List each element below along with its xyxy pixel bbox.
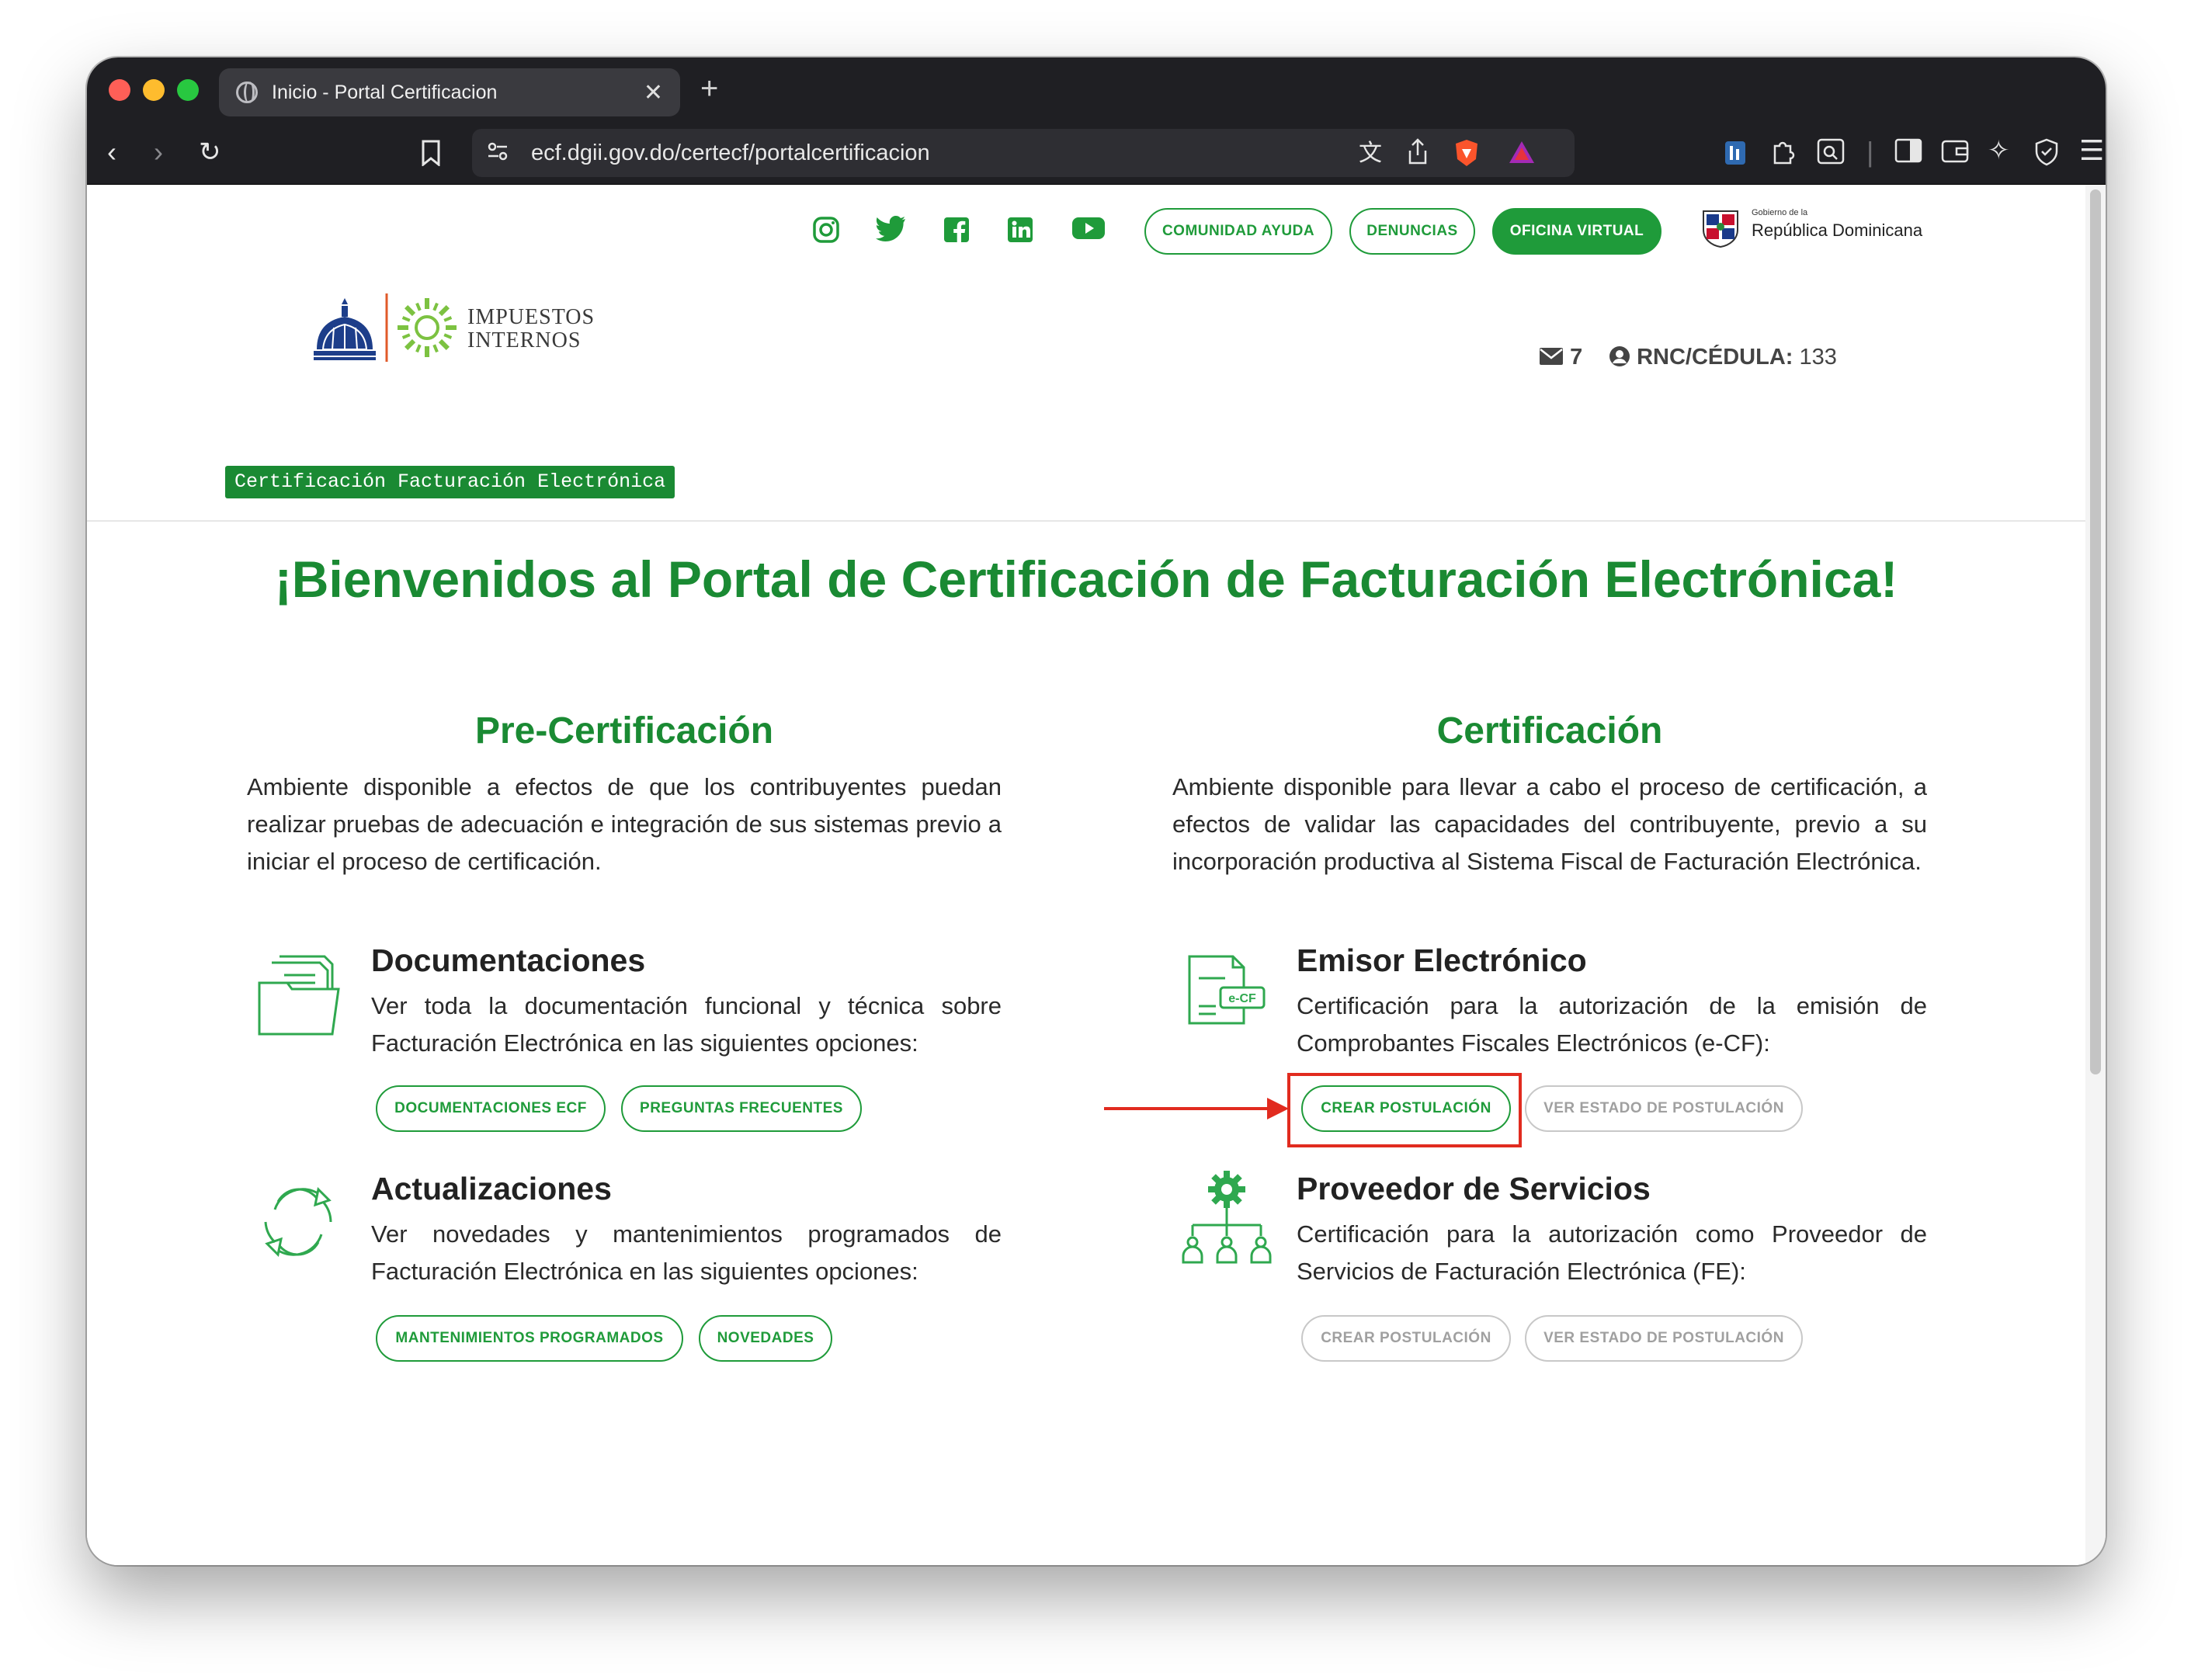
extension-icon[interactable]: [1724, 140, 1747, 171]
preguntas-frecuentes-button[interactable]: PREGUNTAS FRECUENTES: [621, 1085, 862, 1132]
rnc-display: RNC/CÉDULA: 133: [1609, 345, 1842, 370]
address-bar[interactable]: ecf.dgii.gov.do/certecf/portalcertificac…: [472, 129, 1575, 177]
ecf-icon-label: e-CF: [1228, 992, 1256, 1005]
emisor-ver-estado-button[interactable]: VER ESTADO DE POSTULACIÓN: [1525, 1085, 1803, 1132]
annotation-arrow-head: [1267, 1098, 1289, 1119]
denuncias-button[interactable]: DENUNCIAS: [1349, 208, 1475, 255]
rnc-value: 133: [1799, 345, 1837, 370]
impuestos-internos-text: IMPUESTOS INTERNOS: [467, 305, 595, 352]
zoom-window-button[interactable]: [177, 79, 199, 101]
proveedor-crear-postulacion-button[interactable]: CREAR POSTULACIÓN: [1301, 1315, 1511, 1362]
mantenimientos-programados-button[interactable]: MANTENIMIENTOS PROGRAMADOS: [376, 1315, 683, 1362]
proveedor-ver-estado-button[interactable]: VER ESTADO DE POSTULACIÓN: [1525, 1315, 1803, 1362]
oficina-virtual-button[interactable]: OFICINA VIRTUAL: [1492, 208, 1661, 255]
reload-icon[interactable]: ↻: [199, 138, 221, 166]
documentaciones-description: Ver toda la documentación funcional y té…: [371, 992, 1002, 1057]
browser-toolbar: ‹ › ↻ ecf.dgii.gov.do/certecf/portalcert…: [87, 123, 2106, 185]
documents-folder-icon: [256, 952, 343, 1041]
pre-certificacion-description: Ambiente disponible a efectos de que los…: [247, 773, 1002, 875]
site-settings-icon[interactable]: [486, 140, 509, 170]
certificacion-badge: Certificación Facturación Electrónica: [225, 466, 675, 498]
rnc-label: RNC/CÉDULA:: [1637, 345, 1793, 370]
dgii-logo[interactable]: [312, 293, 467, 367]
brave-shield-icon[interactable]: [1453, 138, 1480, 172]
tab-title: Inicio - Portal Certificacion: [272, 81, 498, 103]
globe-icon: [236, 82, 258, 103]
forward-icon[interactable]: ›: [154, 138, 163, 166]
leo-ai-icon[interactable]: ✧: [1988, 137, 2010, 165]
ecf-invoice-icon: e-CF: [1182, 952, 1269, 1033]
refresh-arrows-icon: [255, 1172, 342, 1276]
comunidad-ayuda-button[interactable]: COMUNIDAD AYUDA: [1144, 208, 1332, 255]
novedades-button[interactable]: NOVEDADES: [699, 1315, 832, 1362]
browser-tab[interactable]: Inicio - Portal Certificacion ✕: [219, 68, 680, 116]
browser-window: Inicio - Portal Certificacion ✕ + ‹ › ↻ …: [87, 57, 2106, 1565]
translate-icon[interactable]: 文: [1359, 140, 1382, 168]
vpn-shield-icon[interactable]: [2034, 138, 2059, 171]
bookmark-icon[interactable]: [421, 140, 441, 173]
actualizaciones-title: Actualizaciones: [371, 1171, 612, 1206]
sidebar-icon[interactable]: [1894, 138, 1922, 168]
messages-count: 7: [1570, 345, 1583, 370]
emisor-electronico-title: Emisor Electrónico: [1297, 942, 1587, 978]
wallet-icon[interactable]: [1941, 138, 1969, 168]
service-provider-network-icon: [1179, 1171, 1272, 1276]
menu-icon[interactable]: ☰: [2079, 137, 2104, 165]
back-icon[interactable]: ‹: [107, 138, 116, 166]
title-bar: Inicio - Portal Certificacion ✕ +: [87, 57, 2106, 123]
messages-indicator[interactable]: 7: [1539, 345, 1582, 370]
reader-mode-icon[interactable]: [1817, 138, 1845, 169]
documentaciones-ecf-button[interactable]: DOCUMENTACIONES ECF: [376, 1085, 606, 1132]
header-divider: [87, 520, 2085, 522]
close-tab-icon[interactable]: ✕: [644, 79, 663, 106]
youtube-icon[interactable]: [1070, 216, 1107, 247]
highlight-box: [1287, 1073, 1522, 1147]
minimize-window-button[interactable]: [143, 79, 165, 101]
facebook-icon[interactable]: [941, 216, 972, 247]
gov-name: República Dominicana: [1752, 220, 1923, 240]
twitter-icon[interactable]: [876, 215, 907, 247]
certificacion-description: Ambiente disponible para llevar a cabo e…: [1172, 773, 1927, 875]
documentaciones-title: Documentaciones: [371, 942, 646, 978]
toolbar-separator: |: [1866, 136, 1874, 168]
annotation-arrow-line: [1104, 1107, 1273, 1110]
page-content: COMUNIDAD AYUDA DENUNCIAS OFICINA VIRTUA…: [87, 185, 2085, 1565]
envelope-icon: [1539, 345, 1570, 370]
emisor-electronico-description: Certificación para la autorización de la…: [1297, 992, 1927, 1057]
proveedor-servicios-title: Proveedor de Servicios: [1297, 1171, 1651, 1206]
linkedin-icon[interactable]: [1005, 216, 1036, 247]
user-circle-icon: [1609, 345, 1637, 370]
new-tab-button[interactable]: +: [700, 71, 718, 106]
pre-certificacion-title: Pre-Certificación: [474, 710, 774, 751]
republica-dominicana-shield-icon: [1699, 205, 1742, 252]
extensions-puzzle-icon[interactable]: [1770, 138, 1797, 169]
scrollbar-thumb[interactable]: [2090, 189, 2101, 1074]
brave-rewards-icon[interactable]: [1508, 140, 1536, 169]
url-text: ecf.dgii.gov.do/certecf/portalcertificac…: [531, 141, 930, 165]
gov-small-text: Gobierno de la: [1752, 208, 1808, 217]
welcome-heading: ¡Bienvenidos al Portal de Certificación …: [274, 550, 1898, 608]
proveedor-servicios-description: Certificación para la autorización como …: [1297, 1220, 1927, 1285]
close-window-button[interactable]: [109, 79, 130, 101]
actualizaciones-description: Ver novedades y mantenimientos programad…: [371, 1220, 1002, 1285]
instagram-icon[interactable]: [811, 216, 842, 247]
certificacion-title: Certificación: [1436, 710, 1663, 751]
share-icon[interactable]: [1407, 138, 1429, 169]
